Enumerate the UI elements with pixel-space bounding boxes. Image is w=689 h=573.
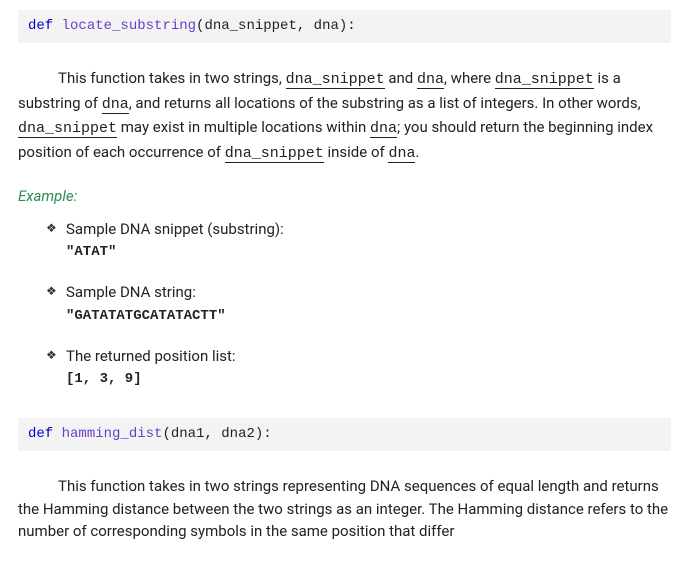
function-2-description: This function takes in two strings repre…	[18, 475, 671, 543]
function-signature-1: def locate_substring(dna_snippet, dna):	[18, 10, 671, 43]
list-item: Sample DNA string: "GATATATGCATATACTT"	[46, 281, 671, 327]
bullet-label: Sample DNA string:	[66, 283, 196, 301]
function-name: hamming_dist	[62, 426, 163, 442]
arg-snippet: dna_snippet	[286, 71, 385, 89]
function-1-description: This function takes in two strings, dna_…	[18, 67, 671, 165]
list-item: The returned position list: [1, 3, 9]	[46, 345, 671, 391]
arg-dna: dna	[417, 71, 444, 89]
function-signature-2: def hamming_dist(dna1, dna2):	[18, 418, 671, 451]
bullet-code: "ATAT"	[66, 242, 671, 263]
function-params: (dna1, dna2):	[162, 426, 271, 442]
bullet-label: Sample DNA snippet (substring):	[66, 220, 284, 238]
function-name: locate_substring	[62, 18, 196, 34]
function-params: (dna_snippet, dna):	[196, 18, 356, 34]
list-item: Sample DNA snippet (substring): "ATAT"	[46, 218, 671, 264]
bullet-code: "GATATATGCATATACTT"	[66, 306, 671, 327]
example-list: Sample DNA snippet (substring): "ATAT" S…	[18, 218, 671, 391]
keyword-def: def	[28, 18, 53, 34]
keyword-def: def	[28, 426, 53, 442]
bullet-code: [1, 3, 9]	[66, 369, 671, 390]
bullet-label: The returned position list:	[66, 347, 236, 365]
example-heading: Example:	[18, 185, 671, 208]
